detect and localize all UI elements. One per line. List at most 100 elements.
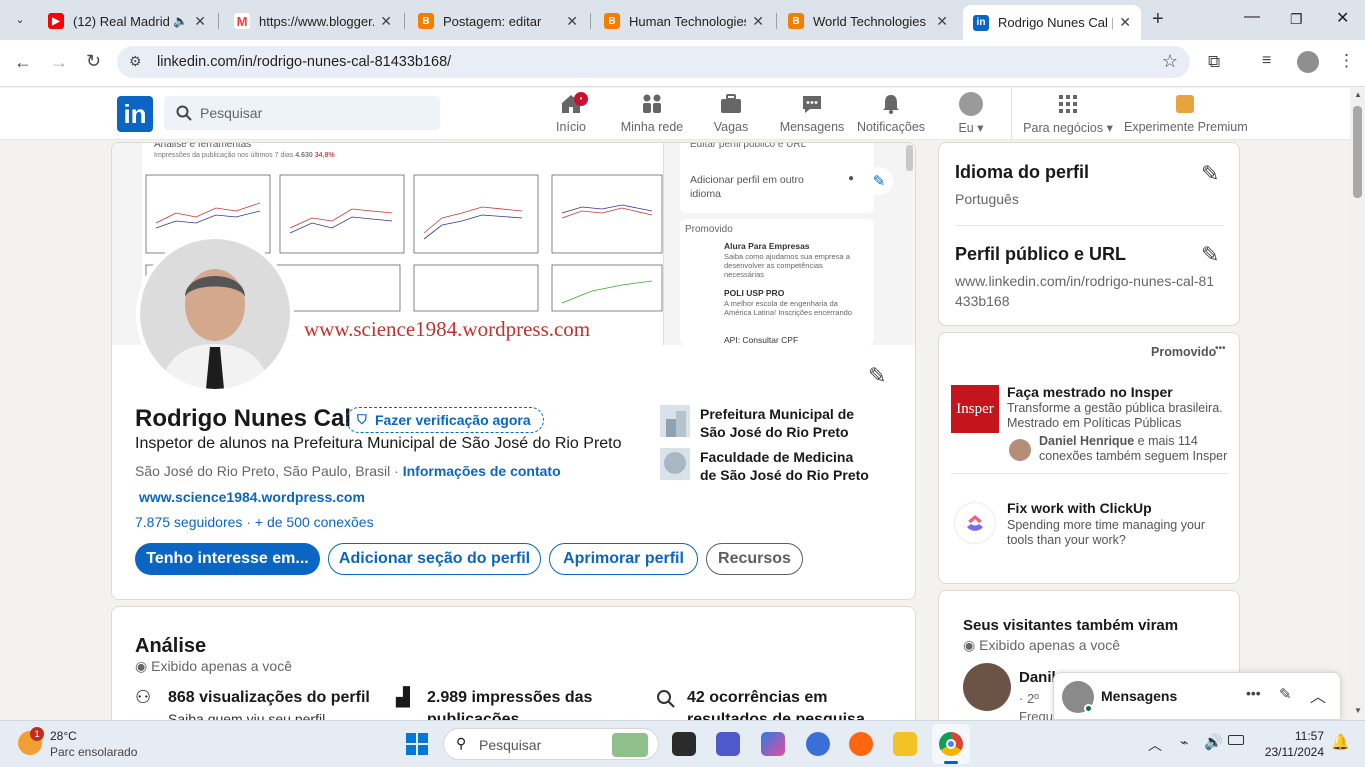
avatar[interactable] <box>963 663 1011 711</box>
bookmark-star-icon[interactable]: ☆ <box>1162 51 1178 72</box>
nav-home[interactable]: • Início <box>548 92 594 138</box>
search-icon: ⚲ <box>456 735 467 751</box>
org-item[interactable]: Faculdade de Medicina de São José do Rio… <box>660 448 870 488</box>
network-row: 7.875 seguidores · + de 500 conexões <box>135 514 374 530</box>
tab-search-icon[interactable]: ⌄ <box>10 10 30 30</box>
page-scrollbar[interactable]: ▲ ▼ <box>1350 88 1365 720</box>
open-to-button[interactable]: Tenho interesse em... <box>135 543 320 575</box>
nav-notifications[interactable]: Notificações <box>856 92 926 138</box>
nav-me[interactable]: Eu ▾ <box>954 92 988 138</box>
tab-gmail[interactable]: M https://www.blogger.c ✕ <box>224 6 402 36</box>
edit-cover-icon[interactable]: ✎ <box>865 167 893 195</box>
close-tab-icon[interactable]: ✕ <box>194 13 206 30</box>
notification-bell-icon[interactable]: 🔔 <box>1331 733 1350 751</box>
nav-messaging[interactable]: Mensagens <box>778 92 846 138</box>
shield-check-icon: ⛉ <box>357 412 367 427</box>
firefox-icon[interactable] <box>849 732 873 756</box>
verify-button[interactable]: ⛉ Fazer verificação agora <box>346 407 544 433</box>
teams-icon[interactable] <box>716 732 740 756</box>
tab-youtube[interactable]: ▶ (12) Real Madrid S 🔈 ✕ <box>38 6 216 36</box>
nav-premium[interactable]: Experimente Premium <box>1124 92 1248 138</box>
url-text[interactable]: linkedin.com/in/rodrigo-nunes-cal-81433b… <box>157 54 451 70</box>
close-tab-icon[interactable]: ✕ <box>752 13 764 30</box>
edit-language-icon[interactable]: ✎ <box>1201 161 1219 187</box>
minimize-icon[interactable]: — <box>1244 8 1260 26</box>
chevron-up-icon[interactable]: ︿ <box>1310 683 1326 707</box>
more-options-icon[interactable]: ••• <box>1215 343 1226 354</box>
task-view-icon[interactable] <box>672 732 696 756</box>
taskbar-search-input[interactable]: ⚲ Pesquisar <box>443 728 659 760</box>
site-settings-icon[interactable]: ⚙ <box>129 53 142 70</box>
messaging-overlay[interactable]: Mensagens ••• ✎ ︿ <box>1053 672 1341 720</box>
chrome-taskbar-button[interactable] <box>932 724 970 764</box>
people-icon: ⚇ <box>135 687 152 707</box>
chat-icon <box>778 92 846 116</box>
compose-icon[interactable]: ✎ <box>1279 685 1292 703</box>
app-icon[interactable] <box>806 732 830 756</box>
menu-kebab-icon[interactable]: ⋮ <box>1338 51 1355 71</box>
analysis-card: Análise ◉ Exibido apenas a você ⚇ 868 vi… <box>111 606 916 736</box>
profile-language-title: Idioma do perfil <box>955 162 1090 182</box>
more-options-icon[interactable]: ••• <box>1246 685 1261 701</box>
tab-blogger-post[interactable]: B Postagem: editar ✕ <box>408 6 588 36</box>
profile-avatar-icon[interactable] <box>1297 51 1319 73</box>
edit-url-icon[interactable]: ✎ <box>1201 242 1219 268</box>
ad-title[interactable]: Fix work with ClickUp <box>1007 500 1152 516</box>
website-link[interactable]: www.science1984.wordpress.com <box>139 489 365 505</box>
tab-linkedin[interactable]: in Rodrigo Nunes Cal | L ✕ <box>963 5 1141 40</box>
grid-icon <box>1020 92 1116 116</box>
chevron-up-icon[interactable]: ︿ <box>1148 735 1162 755</box>
profile-headline: Inspetor de alunos na Prefeitura Municip… <box>135 435 622 452</box>
contact-info-link[interactable]: Informações de contato <box>403 463 561 479</box>
close-tab-icon[interactable]: ✕ <box>1119 14 1131 31</box>
insper-logo-icon[interactable]: Insper <box>951 385 999 433</box>
address-bar-row: ← → ↻ ⚙ linkedin.com/in/rodrigo-nunes-ca… <box>0 40 1365 87</box>
org-item[interactable]: Prefeitura Municipal de São José do Rio … <box>660 405 870 445</box>
tab-human-tech[interactable]: B Human Technologies ✕ <box>594 6 774 36</box>
ad-title[interactable]: Faça mestrado no Insper <box>1007 384 1173 400</box>
nav-my-network[interactable]: Minha rede <box>616 92 688 138</box>
forward-icon[interactable]: → <box>50 52 68 73</box>
speaker-icon[interactable]: 🔈 <box>173 14 188 28</box>
resources-button[interactable]: Recursos <box>706 543 803 575</box>
extensions-icon[interactable]: ⧉ <box>1208 52 1220 72</box>
social-proof: Daniel Henrique e mais 114 conexões tamb… <box>1039 434 1228 463</box>
back-icon[interactable]: ← <box>14 52 32 73</box>
media-control-icon[interactable]: ≡ <box>1262 52 1271 70</box>
enhance-profile-button[interactable]: Aprimorar perfil <box>549 543 698 575</box>
search-icon <box>176 105 192 121</box>
blogger-icon: B <box>604 13 620 29</box>
copilot-icon[interactable] <box>761 732 785 756</box>
volume-icon[interactable]: 🔊 <box>1204 733 1223 751</box>
windows-start-icon[interactable] <box>405 732 429 756</box>
file-explorer-icon[interactable] <box>893 732 917 756</box>
nav-jobs[interactable]: Vagas <box>708 92 754 138</box>
close-tab-icon[interactable]: ✕ <box>566 13 578 30</box>
close-tab-icon[interactable]: ✕ <box>380 13 392 30</box>
nav-for-business[interactable]: Para negócios ▾ <box>1020 92 1116 138</box>
avatar <box>959 92 983 116</box>
reload-icon[interactable]: ↻ <box>86 51 101 72</box>
network-icon[interactable]: ⌁ <box>1180 734 1188 751</box>
new-tab-icon[interactable]: + <box>1152 8 1164 31</box>
linkedin-search-input[interactable]: Pesquisar <box>164 96 440 130</box>
edit-intro-icon[interactable]: ✎ <box>868 363 886 389</box>
restore-icon[interactable]: ❐ <box>1290 11 1303 28</box>
add-section-button[interactable]: Adicionar seção do perfil <box>328 543 541 575</box>
followers-link[interactable]: 7.875 seguidores <box>135 514 242 530</box>
caret-down-icon: ▾ <box>977 121 984 135</box>
omnibox[interactable]: ⚙ linkedin.com/in/rodrigo-nunes-cal-8143… <box>117 46 1190 78</box>
linkedin-logo-icon[interactable]: in <box>117 96 153 132</box>
connections-link[interactable]: + de 500 conexões <box>255 514 374 530</box>
close-tab-icon[interactable]: ✕ <box>936 13 948 30</box>
clickup-logo-icon[interactable] <box>955 503 995 543</box>
profile-name: Rodrigo Nunes Cal <box>135 405 352 432</box>
close-window-icon[interactable]: ✕ <box>1336 8 1349 28</box>
battery-icon[interactable] <box>1228 735 1244 745</box>
linkedin-header: in Pesquisar • Início Minha rede Vagas M… <box>0 88 1350 140</box>
profile-photo[interactable] <box>136 235 294 393</box>
weather-badge: 1 <box>30 727 44 741</box>
public-url-value: www.linkedin.com/in/rodrigo-nunes-cal-81… <box>955 273 1215 309</box>
tab-world-tech[interactable]: B World Technologies - ✕ <box>778 6 958 36</box>
briefcase-icon <box>708 92 754 116</box>
